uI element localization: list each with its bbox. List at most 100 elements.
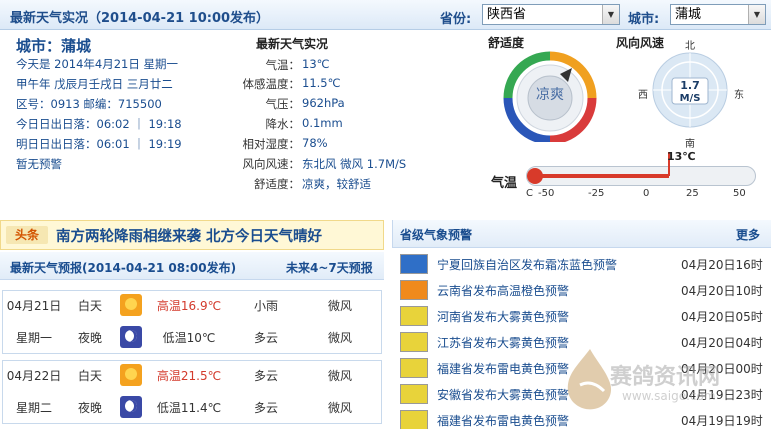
fog-warning-icon xyxy=(400,384,428,404)
forecast-period: 白天 xyxy=(77,299,102,313)
forecast-weather: 多云 xyxy=(253,331,278,345)
forecast-period: 夜晚 xyxy=(77,401,102,415)
pressure-key: 气压： xyxy=(265,97,301,111)
site-watermark: 赛鸽资讯网 www.saige.com xyxy=(560,345,760,425)
thermometer-unit: C xyxy=(526,188,533,199)
page-title: 最新天气实况（2014-04-21 10:00发布） xyxy=(10,11,270,26)
warnings-title: 省级气象预警 xyxy=(400,228,473,242)
comfort-gauge-label: 舒适度 xyxy=(488,36,525,50)
lightning-warning-icon xyxy=(400,358,428,378)
forecast-row-night: 星期二 夜晚 低温11.4℃ 多云 微风 xyxy=(2,392,382,424)
wind-speed-value: 1.7 xyxy=(680,79,700,92)
forecast-low-temp: 低温11.4℃ xyxy=(156,401,222,415)
area-code-line: 区号：0913 邮编：715500 xyxy=(16,97,162,111)
tick-label: 50 xyxy=(733,188,746,199)
forecast-wind: 微风 xyxy=(327,369,352,383)
forecast-wind: 微风 xyxy=(327,401,352,415)
forecast-date: 04月21日 xyxy=(6,299,62,313)
headline-link[interactable]: 南方两轮降雨相继来袭 北方今日天气晴好 xyxy=(56,225,322,246)
light-rain-icon xyxy=(120,294,142,316)
tomorrow-sun-line: 明日日出日落：06:01 ｜ 19:19 xyxy=(16,137,182,151)
lunar-date-line: 甲午年 戊辰月壬戌日 三月廿二 xyxy=(16,77,173,91)
tick-label: 0 xyxy=(643,188,650,199)
forecast-period: 白天 xyxy=(77,369,102,383)
forecast-row-day: 04月21日 白天 高温16.9℃ 小雨 微风 xyxy=(2,290,382,322)
thermometer-scale: C -50 -25 0 25 50 xyxy=(0,188,771,202)
feels-like-value: 11.5℃ xyxy=(302,76,341,90)
forecast-4-7-days-link[interactable]: 未来4~7天预报 xyxy=(286,259,373,276)
feels-like-key: 体感温度： xyxy=(242,77,301,91)
headline-tag: 头条 xyxy=(6,226,48,244)
warnings-more-link[interactable]: 更多 xyxy=(736,226,760,243)
forecast-low-temp: 低温10℃ xyxy=(162,331,216,345)
tick-label: 25 xyxy=(686,188,699,199)
warning-text[interactable]: 江苏省发布大雾黄色预警 xyxy=(437,334,569,351)
tick-label: -25 xyxy=(588,188,605,199)
warning-text[interactable]: 福建省发布雷电黄色预警 xyxy=(437,360,569,377)
forecast-title: 最新天气预报(2014-04-21 08:00发布) xyxy=(10,261,237,275)
humidity-key: 相对湿度： xyxy=(242,137,301,151)
lightning-warning-icon xyxy=(400,410,428,429)
warning-item[interactable]: 云南省发布高温橙色预警 04月20日10时 xyxy=(400,277,771,303)
wind-key: 风向风速： xyxy=(242,157,301,171)
thermometer-current: 13℃ xyxy=(666,150,696,163)
temperature-key: 气温： xyxy=(265,58,301,72)
province-select[interactable]: 陕西省 ▼ xyxy=(482,4,620,25)
frost-warning-icon xyxy=(400,254,428,274)
tick-label: -50 xyxy=(538,188,555,199)
pressure-value: 962hPa xyxy=(302,96,345,110)
forecast-high-temp: 高温16.9℃ xyxy=(156,299,222,313)
temperature-value: 13℃ xyxy=(302,57,330,71)
warning-item[interactable]: 宁夏回族自治区发布霜冻蓝色预警 04月20日16时 xyxy=(400,251,771,277)
fog-warning-icon xyxy=(400,306,428,326)
forecast-wind: 微风 xyxy=(327,331,352,345)
today-sun-line: 今日日出日落：06:02 ｜ 19:18 xyxy=(16,117,182,131)
precipitation-key: 降水： xyxy=(265,117,301,131)
forecast-weather: 多云 xyxy=(253,369,278,383)
warning-text[interactable]: 宁夏回族自治区发布霜冻蓝色预警 xyxy=(437,256,617,273)
warning-text[interactable]: 安徽省发布大雾黄色预警 xyxy=(437,386,569,403)
precipitation-value: 0.1mm xyxy=(302,116,343,130)
forecast-row-day: 04月22日 白天 高温21.5℃ 多云 微风 xyxy=(2,360,382,392)
warning-date: 04月20日16时 xyxy=(681,258,763,272)
chevron-down-icon[interactable]: ▼ xyxy=(748,5,765,24)
date-line: 今天是 2014年4月21日 星期一 xyxy=(16,57,179,71)
city-select[interactable]: 蒲城 ▼ xyxy=(670,4,766,25)
comfort-gauge-value: 凉爽 xyxy=(536,87,564,103)
warning-text[interactable]: 河南省发布大雾黄色预警 xyxy=(437,308,569,325)
forecast-high-temp: 高温21.5℃ xyxy=(156,369,222,383)
humidity-value: 78% xyxy=(302,136,328,150)
province-label: 省份: xyxy=(440,12,472,27)
province-select-value: 陕西省 xyxy=(487,7,527,22)
watermark-url: www.saige.com xyxy=(622,389,716,403)
observation-title: 最新天气实况 xyxy=(256,37,329,51)
warning-status-link[interactable]: 暂无预警 xyxy=(16,156,62,172)
forecast-weekday: 星期二 xyxy=(15,401,52,415)
city-select-value: 蒲城 xyxy=(675,7,702,22)
wind-west-label: 西 xyxy=(638,90,648,101)
forecast-row-night: 星期一 夜晚 低温10℃ 多云 微风 xyxy=(2,322,382,354)
city-label: 城市: xyxy=(628,12,660,27)
warning-date: 04月20日05时 xyxy=(681,310,763,324)
heat-warning-icon xyxy=(400,280,428,300)
city-name: 城市：蒲城 xyxy=(16,37,92,55)
thermometer-fill xyxy=(535,174,669,178)
warning-item[interactable]: 河南省发布大雾黄色预警 04月20日05时 xyxy=(400,303,771,329)
forecast-weather: 多云 xyxy=(253,401,278,415)
cloudy-night-icon xyxy=(120,326,142,348)
warning-text[interactable]: 福建省发布雷电黄色预警 xyxy=(437,412,569,429)
watermark-name: 赛鸽资讯网 xyxy=(610,365,721,390)
partly-cloudy-icon xyxy=(120,364,142,386)
forecast-weekday: 星期一 xyxy=(15,331,52,345)
wind-north-label: 北 xyxy=(685,41,695,52)
fog-warning-icon xyxy=(400,332,428,352)
warning-date: 04月20日10时 xyxy=(681,284,763,298)
wind-value: 东北风 微风 1.7M/S xyxy=(302,157,407,171)
forecast-date: 04月22日 xyxy=(6,369,62,383)
forecast-wind: 微风 xyxy=(327,299,352,313)
forecast-period: 夜晚 xyxy=(77,331,102,345)
wind-east-label: 东 xyxy=(734,90,744,101)
wind-south-label: 南 xyxy=(685,139,695,150)
warning-text[interactable]: 云南省发布高温橙色预警 xyxy=(437,282,569,299)
chevron-down-icon[interactable]: ▼ xyxy=(602,5,619,24)
